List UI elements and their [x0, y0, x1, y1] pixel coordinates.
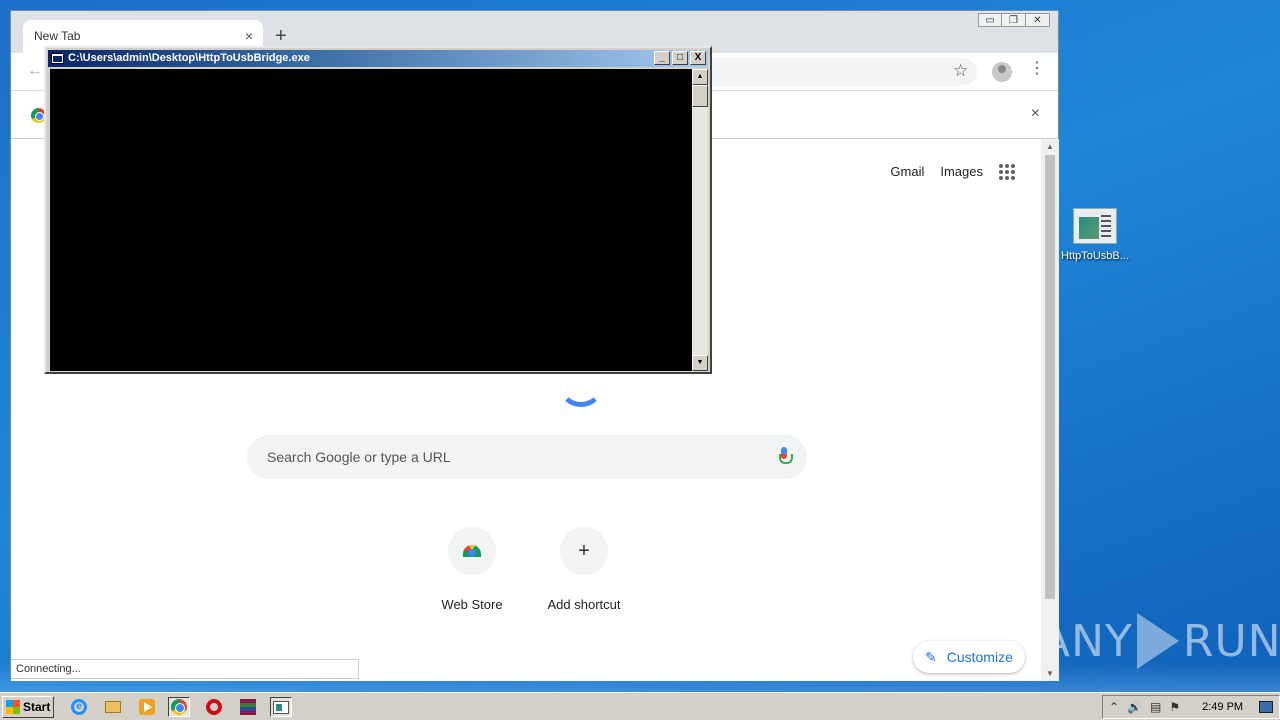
desktop-icon-httptousbbridge[interactable]: HttpToUsbB...: [1060, 208, 1130, 262]
webstore-tile: [448, 527, 496, 575]
console-scroll-thumb[interactable]: [692, 85, 708, 107]
tab-title: New Tab: [34, 29, 81, 43]
console-minimize-button[interactable]: _: [654, 51, 670, 65]
console-output[interactable]: [50, 69, 692, 371]
webstore-icon: [463, 545, 481, 557]
taskbar-chrome[interactable]: [168, 697, 190, 717]
winrar-icon: [240, 699, 256, 715]
taskbar-winrar[interactable]: [237, 697, 259, 717]
page-scrollbar[interactable]: ▲ ▼: [1041, 139, 1059, 681]
shortcut-label: Web Store: [441, 597, 503, 612]
console-close-button[interactable]: X: [690, 51, 706, 65]
start-button[interactable]: Start: [2, 696, 54, 718]
console-window-controls: _ □ X: [654, 51, 706, 65]
profile-avatar-icon[interactable]: [992, 62, 1012, 82]
console-titlebar[interactable]: C:\Users\admin\Desktop\HttpToUsbBridge.e…: [48, 50, 708, 67]
close-button[interactable]: ✕: [1026, 13, 1050, 27]
watermark-text-run: RUN: [1182, 615, 1280, 667]
scroll-up-icon[interactable]: ▲: [1046, 142, 1054, 151]
plus-icon: +: [560, 527, 608, 575]
gmail-link[interactable]: Gmail: [890, 164, 924, 179]
restore-button[interactable]: ❐: [1002, 13, 1026, 27]
infobar-close-icon[interactable]: ×: [1031, 105, 1040, 123]
scrollbar-thumb[interactable]: [1045, 155, 1055, 599]
scroll-down-icon[interactable]: ▼: [1046, 669, 1054, 678]
shortcut-web-store[interactable]: Web Store: [417, 527, 527, 612]
taskbar-opera[interactable]: [203, 697, 225, 717]
new-tab-button[interactable]: +: [275, 25, 287, 48]
console-maximize-button[interactable]: □: [672, 51, 688, 65]
volume-icon[interactable]: 🔊: [1127, 700, 1142, 714]
clock[interactable]: 2:49 PM: [1202, 701, 1243, 713]
bookmark-star-icon[interactable]: ☆: [953, 61, 968, 81]
taskbar: Start e ⌃ 🔊 ▤ ⚑ 2:49 PM: [0, 692, 1280, 720]
show-desktop-button[interactable]: [1259, 701, 1274, 713]
chrome-icon: [171, 699, 187, 715]
tab-close-icon[interactable]: ×: [245, 28, 253, 44]
shortcut-label: Add shortcut: [547, 597, 621, 612]
console-window: C:\Users\admin\Desktop\HttpToUsbBridge.e…: [44, 46, 712, 374]
microphone-icon[interactable]: [779, 447, 793, 467]
show-hidden-icons-icon[interactable]: ⌃: [1109, 700, 1119, 714]
console-window-icon: [273, 700, 289, 714]
chrome-window-controls: ▭ ❐ ✕: [978, 13, 1050, 27]
desktop-icon-label: HttpToUsbB...: [1061, 250, 1129, 262]
action-center-flag-icon[interactable]: ⚑: [1169, 700, 1180, 714]
start-label: Start: [23, 700, 51, 714]
back-arrow-icon[interactable]: ←: [27, 62, 43, 80]
play-icon: [1136, 613, 1179, 669]
taskbar-media-player[interactable]: [136, 697, 158, 717]
taskbar-internet-explorer[interactable]: e: [68, 697, 90, 717]
console-app-icon: [51, 53, 64, 64]
media-player-icon: [139, 699, 155, 715]
taskbar-explorer[interactable]: [102, 697, 124, 717]
minimize-button[interactable]: ▭: [978, 13, 1002, 27]
folder-icon: [105, 701, 121, 713]
search-box[interactable]: Search Google or type a URL: [247, 435, 807, 479]
system-tray: ⌃ 🔊 ▤ ⚑ 2:49 PM: [1102, 695, 1280, 719]
search-placeholder: Search Google or type a URL: [267, 449, 451, 465]
images-link[interactable]: Images: [940, 164, 983, 179]
console-scroll-down-icon[interactable]: ▼: [692, 355, 708, 371]
top-links: Gmail Images: [890, 164, 983, 179]
console-scrollbar[interactable]: ▲ ▼: [692, 69, 708, 371]
console-title: C:\Users\admin\Desktop\HttpToUsbBridge.e…: [68, 52, 310, 64]
windows-logo-icon: [6, 700, 20, 714]
customize-button[interactable]: ✎ Customize: [913, 641, 1025, 673]
shortcut-add[interactable]: + Add shortcut: [529, 527, 639, 612]
menu-dots-icon[interactable]: ⋮: [1029, 61, 1045, 77]
network-icon[interactable]: ▤: [1150, 700, 1161, 714]
application-icon: [1073, 208, 1117, 244]
console-scroll-up-icon[interactable]: ▲: [692, 69, 708, 85]
anyrun-watermark: ANY RUN: [1040, 606, 1280, 676]
apps-grid-icon[interactable]: [999, 164, 1015, 180]
taskbar-httptousbbridge[interactable]: [270, 697, 292, 717]
status-bubble: Connecting...: [11, 659, 359, 679]
opera-icon: [206, 699, 222, 715]
pencil-icon: ✎: [925, 648, 937, 665]
internet-explorer-icon: e: [71, 699, 87, 715]
customize-label: Customize: [946, 649, 1013, 665]
